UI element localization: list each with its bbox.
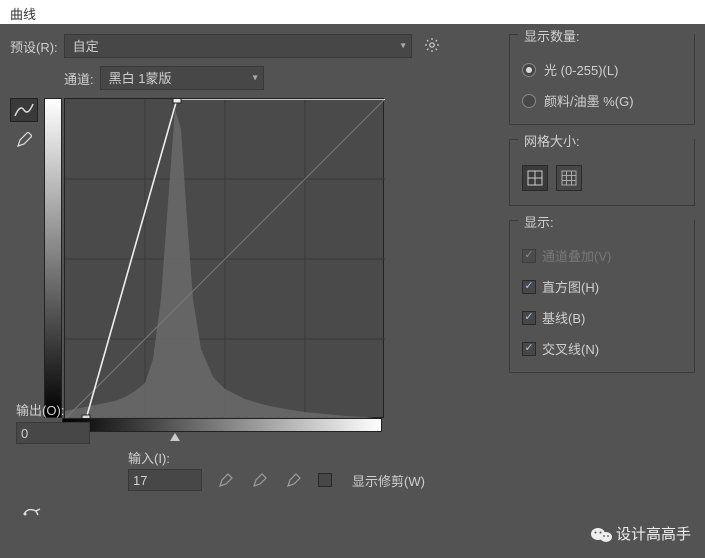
histogram-checkbox[interactable] — [522, 280, 536, 294]
grid-size-group: 网格大小: — [509, 139, 695, 206]
output-gradient — [44, 98, 62, 418]
preset-select[interactable]: 自定 — [64, 34, 412, 58]
curve-tool-button[interactable] — [10, 98, 38, 122]
pigment-radio-row[interactable]: 颜料/油墨 %(G) — [522, 91, 682, 110]
display-amount-group: 显示数量: 光 (0-255)(L) 颜料/油墨 %(G) — [509, 34, 695, 125]
input-label: 输入(I): — [128, 448, 493, 467]
channel-select[interactable]: 黑白 1蒙版 — [100, 66, 264, 90]
channel-overlay-checkbox — [522, 249, 536, 263]
channel-overlay-row: 通道叠加(V) — [522, 246, 682, 265]
window-title: 曲线 — [0, 0, 705, 24]
watermark-text: 设计高高手 — [616, 523, 691, 544]
channel-overlay-label: 通道叠加(V) — [542, 246, 611, 265]
grid-size-legend: 网格大小: — [520, 131, 584, 150]
light-radio-label: 光 (0-255)(L) — [544, 60, 618, 79]
gear-icon[interactable] — [424, 37, 440, 56]
black-eyedropper-icon[interactable] — [216, 470, 236, 490]
gray-eyedropper-icon[interactable] — [250, 470, 270, 490]
show-clipping-checkbox[interactable] — [318, 473, 332, 487]
histogram-label: 直方图(H) — [542, 277, 599, 296]
display-legend: 显示: — [520, 212, 558, 231]
watermark: 设计高高手 — [590, 523, 691, 544]
grid-large-button[interactable] — [556, 165, 582, 191]
light-radio-row[interactable]: 光 (0-255)(L) — [522, 60, 682, 79]
input-input[interactable] — [128, 469, 202, 491]
preset-label: 预设(R): — [10, 37, 58, 56]
display-amount-legend: 显示数量: — [520, 26, 584, 45]
crossline-checkbox[interactable] — [522, 342, 536, 356]
crossline-label: 交叉线(N) — [542, 339, 599, 358]
output-label: 输出(O): — [16, 400, 64, 419]
curves-graph[interactable] — [64, 98, 384, 418]
input-gradient[interactable] — [62, 418, 382, 432]
light-radio[interactable] — [522, 63, 536, 77]
curve-point-highlight — [173, 99, 181, 103]
baseline-row[interactable]: 基线(B) — [522, 308, 682, 327]
wechat-icon — [590, 526, 610, 542]
pigment-radio[interactable] — [522, 94, 536, 108]
white-eyedropper-icon[interactable] — [284, 470, 304, 490]
pigment-radio-label: 颜料/油墨 %(G) — [544, 91, 634, 110]
crossline-row[interactable]: 交叉线(N) — [522, 339, 682, 358]
baseline-checkbox[interactable] — [522, 311, 536, 325]
display-group: 显示: 通道叠加(V) 直方图(H) 基线(B) 交叉线(N) — [509, 220, 695, 373]
channel-label: 通道: — [64, 69, 94, 88]
white-point-slider[interactable] — [170, 433, 180, 441]
output-input[interactable] — [16, 422, 90, 444]
grid-small-button[interactable] — [522, 165, 548, 191]
target-adjust-icon[interactable] — [22, 505, 44, 526]
histogram-row[interactable]: 直方图(H) — [522, 277, 682, 296]
baseline-label: 基线(B) — [542, 308, 585, 327]
show-clipping-label: 显示修剪(W) — [352, 471, 425, 490]
pencil-tool-button[interactable] — [10, 128, 38, 152]
